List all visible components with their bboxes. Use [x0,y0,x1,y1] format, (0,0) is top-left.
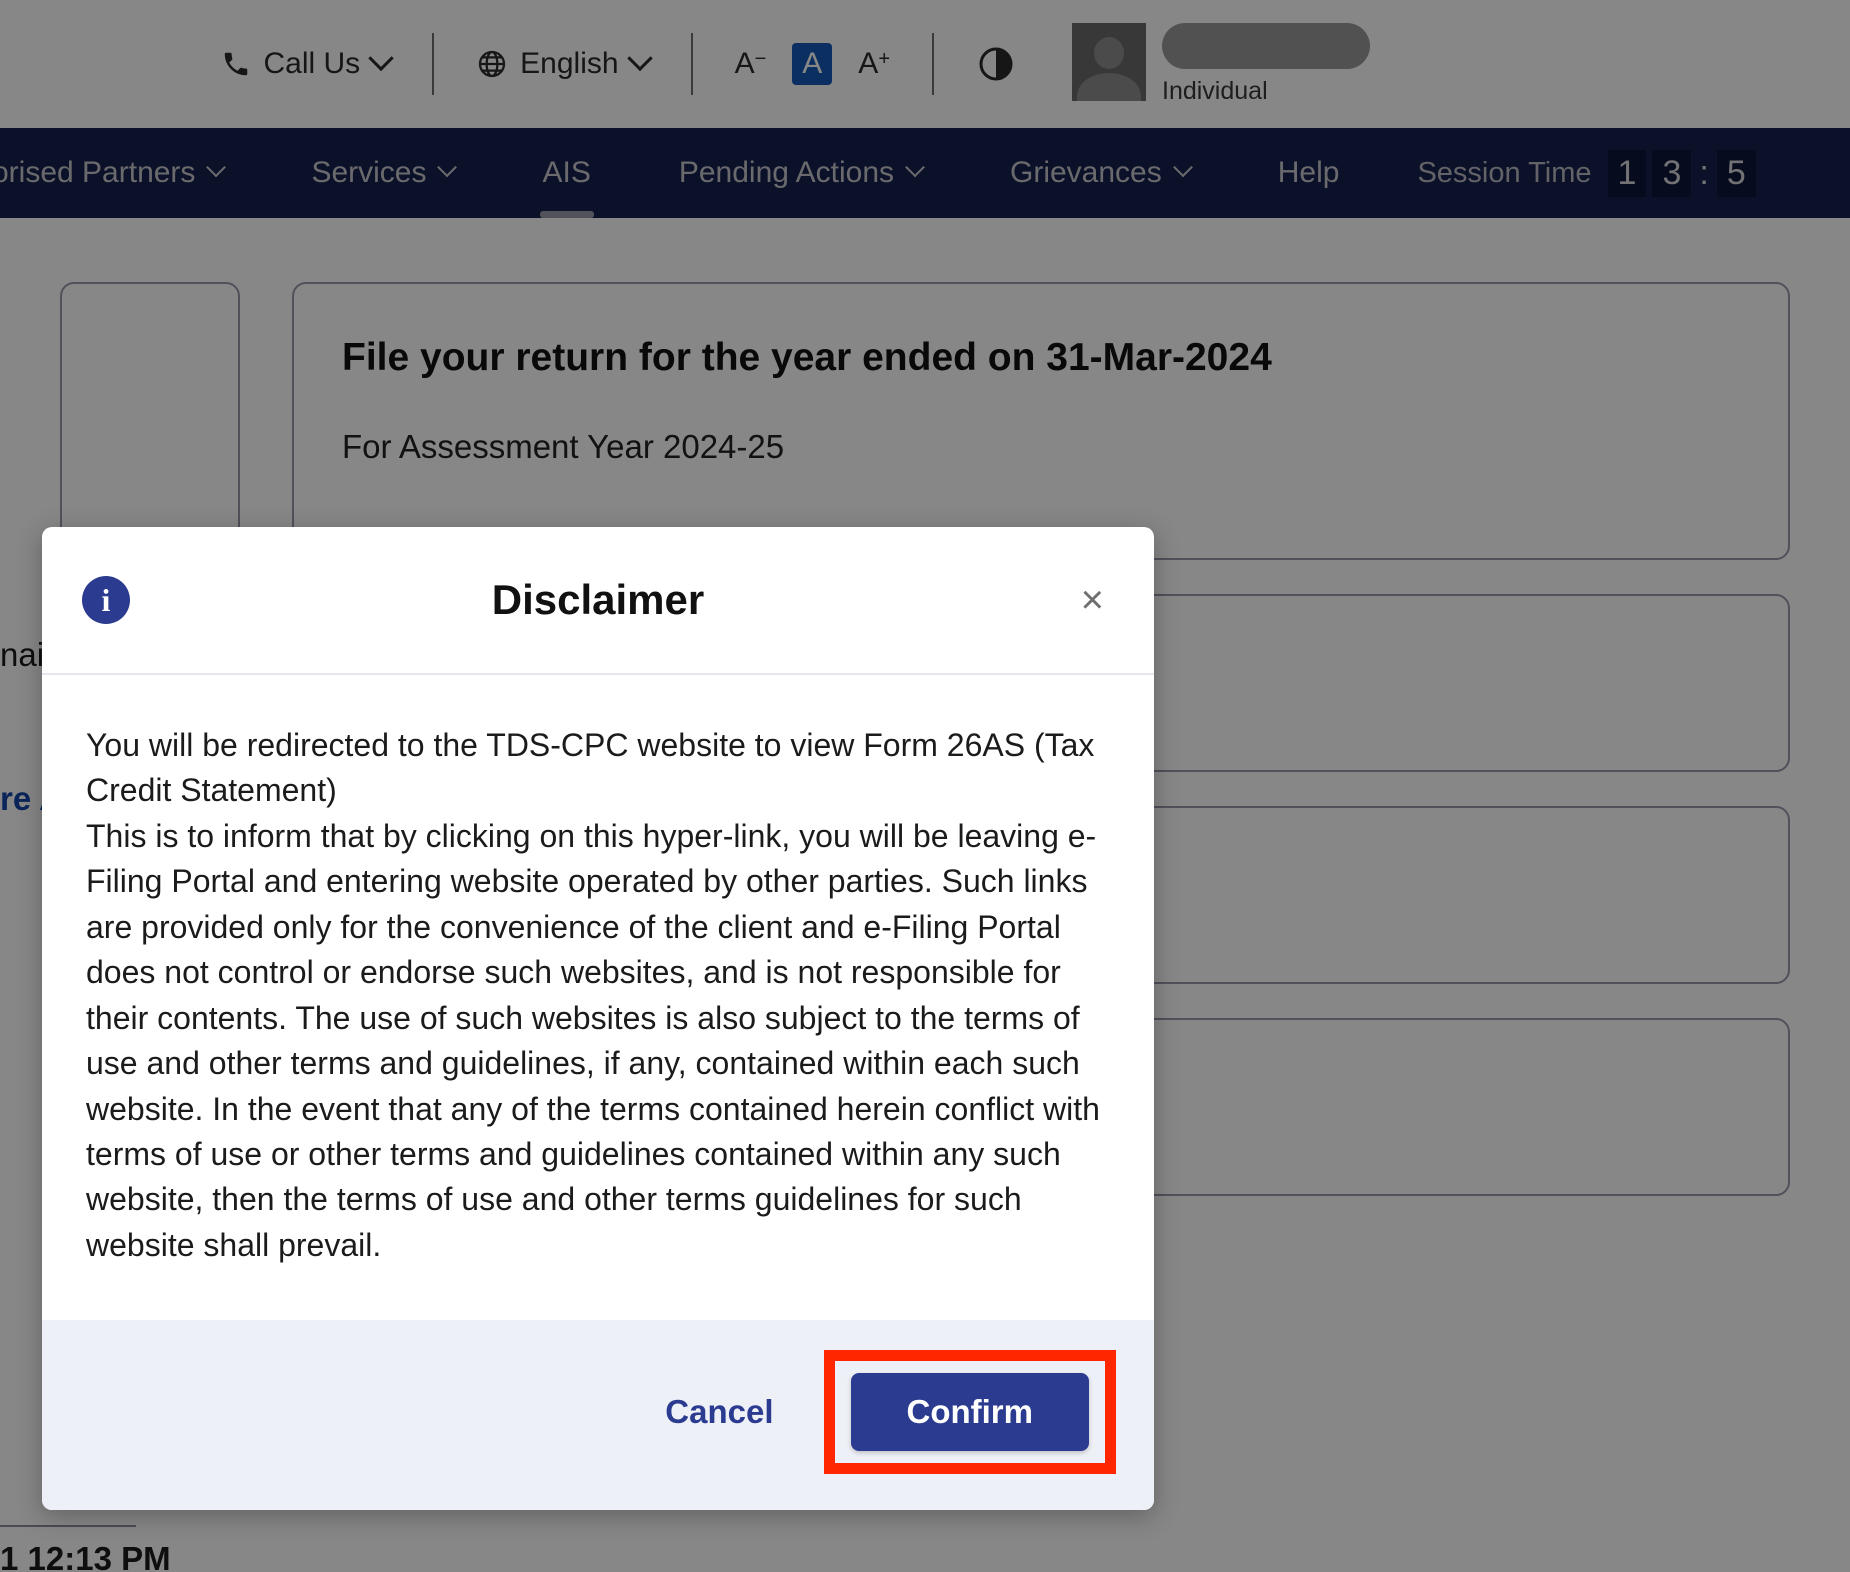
modal-body: You will be redirected to the TDS-CPC we… [42,675,1154,1321]
app-root: Call Us English A − A A + Individual ori… [0,0,1850,1572]
disclaimer-paragraph-1: You will be redirected to the TDS-CPC we… [86,727,1095,809]
modal-title: Disclaimer [491,576,705,623]
confirm-button[interactable]: Confirm [850,1373,1089,1452]
info-icon: i [82,576,130,624]
cancel-button[interactable]: Cancel [637,1379,801,1445]
disclaimer-modal: i Disclaimer × You will be redirected to… [42,527,1154,1511]
close-icon[interactable]: × [1071,574,1114,626]
modal-header: i Disclaimer × [42,527,1154,675]
modal-footer: Cancel Confirm [42,1320,1154,1511]
confirm-button-highlight: Confirm [823,1350,1116,1475]
disclaimer-paragraph-2: This is to inform that by clicking on th… [86,817,1100,1263]
